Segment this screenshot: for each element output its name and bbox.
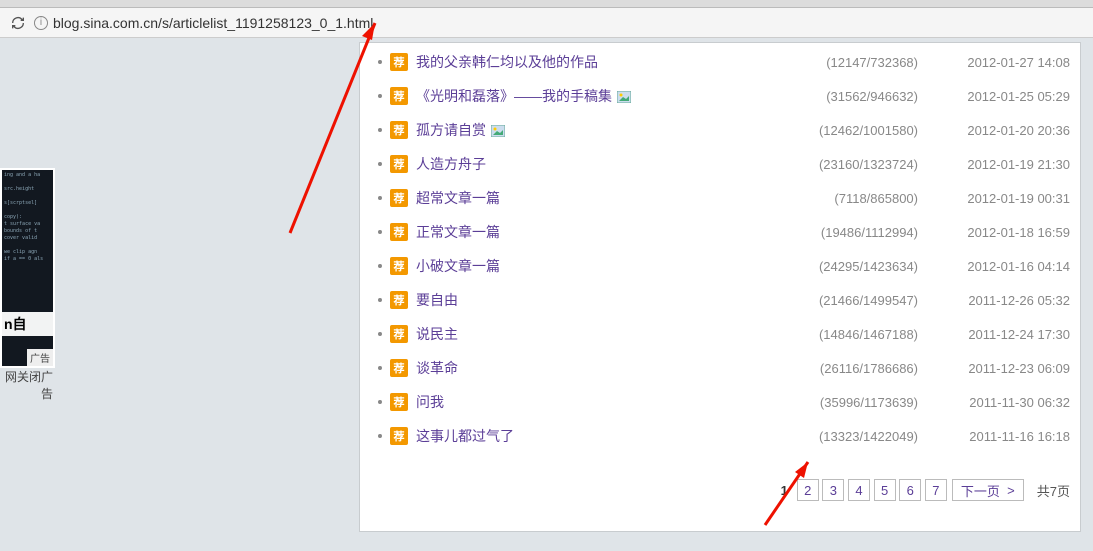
article-stats: (19486/1112994) xyxy=(821,225,918,240)
page-link-7[interactable]: 7 xyxy=(925,479,947,501)
article-title-link[interactable]: 小破文章一篇 xyxy=(416,256,500,276)
bullet-icon xyxy=(378,434,382,438)
bullet-icon xyxy=(378,264,382,268)
article-title-link[interactable]: 谈革命 xyxy=(416,358,458,378)
recommend-badge: 荐 xyxy=(390,393,408,411)
address-bar: i blog.sina.com.cn/s/articlelist_1191258… xyxy=(0,8,1093,38)
page-link-3[interactable]: 3 xyxy=(822,479,844,501)
ad-label: n自 xyxy=(2,312,53,336)
article-row: 荐正常文章一篇 (19486/1112994) 2012-01-18 16:59 xyxy=(370,215,1070,249)
page-current: 1 xyxy=(777,483,792,498)
recommend-badge: 荐 xyxy=(390,121,408,139)
article-date: 2012-01-16 04:14 xyxy=(930,259,1070,274)
article-row: 荐这事儿都过气了 (13323/1422049) 2011-11-16 16:18 xyxy=(370,419,1070,453)
bullet-icon xyxy=(378,162,382,166)
recommend-badge: 荐 xyxy=(390,53,408,71)
article-title-link[interactable]: 超常文章一篇 xyxy=(416,188,500,208)
article-stats: (7118/865800) xyxy=(834,191,918,206)
bullet-icon xyxy=(378,400,382,404)
article-title-link[interactable]: 正常文章一篇 xyxy=(416,222,500,242)
recommend-badge: 荐 xyxy=(390,87,408,105)
page-link-5[interactable]: 5 xyxy=(874,479,896,501)
page-total: 共7页 xyxy=(1037,481,1070,500)
article-title-link[interactable]: 《光明和磊落》——我的手稿集 xyxy=(416,86,612,106)
pagination: 1 2 3 4 5 6 7 下一页 > 共7页 xyxy=(370,479,1070,501)
article-row: 荐孤方请自赏 (12462/1001580) 2012-01-20 20:36 xyxy=(370,113,1070,147)
article-stats: (12147/732368) xyxy=(826,55,918,70)
article-stats: (13323/1422049) xyxy=(819,429,918,444)
article-row: 荐谈革命 (26116/1786686) 2011-12-23 06:09 xyxy=(370,351,1070,385)
recommend-badge: 荐 xyxy=(390,223,408,241)
image-icon xyxy=(491,124,505,136)
article-title-link[interactable]: 这事儿都过气了 xyxy=(416,426,514,446)
sidebar-ad: ing and a hasrc.heights[scrptsel]copy):t… xyxy=(0,168,55,402)
article-date: 2011-12-24 17:30 xyxy=(930,327,1070,342)
article-title-link[interactable]: 问我 xyxy=(416,392,444,412)
article-date: 2012-01-19 21:30 xyxy=(930,157,1070,172)
article-stats: (35996/1173639) xyxy=(820,395,918,410)
article-list-panel: 荐我的父亲韩仁均以及他的作品(12147/732368)2012-01-27 1… xyxy=(359,42,1081,532)
article-date: 2011-12-23 06:09 xyxy=(930,361,1070,376)
article-stats: (24295/1423634) xyxy=(819,259,918,274)
article-title-link[interactable]: 孤方请自赏 xyxy=(416,120,486,140)
recommend-badge: 荐 xyxy=(390,155,408,173)
close-ad-link[interactable]: 网关闭广告 xyxy=(0,368,55,402)
article-stats: (31562/946632) xyxy=(826,89,918,104)
recommend-badge: 荐 xyxy=(390,325,408,343)
article-stats: (12462/1001580) xyxy=(819,123,918,138)
article-date: 2012-01-27 14:08 xyxy=(930,55,1070,70)
article-stats: (23160/1323724) xyxy=(819,157,918,172)
ad-tag: 广告 xyxy=(27,349,53,366)
article-date: 2011-12-26 05:32 xyxy=(930,293,1070,308)
article-title-link[interactable]: 人造方舟子 xyxy=(416,154,486,174)
bullet-icon xyxy=(378,230,382,234)
article-stats: (26116/1786686) xyxy=(820,361,918,376)
site-info-icon[interactable]: i xyxy=(34,16,48,30)
bullet-icon xyxy=(378,128,382,132)
bullet-icon xyxy=(378,60,382,64)
page-link-6[interactable]: 6 xyxy=(899,479,921,501)
page-link-2[interactable]: 2 xyxy=(797,479,819,501)
ad-thumbnail[interactable]: ing and a hasrc.heights[scrptsel]copy):t… xyxy=(0,168,55,368)
article-row: 荐超常文章一篇 (7118/865800) 2012-01-19 00:31 xyxy=(370,181,1070,215)
bullet-icon xyxy=(378,366,382,370)
article-title-link[interactable]: 我的父亲韩仁均以及他的作品 xyxy=(416,52,598,72)
url-field[interactable]: i blog.sina.com.cn/s/articlelist_1191258… xyxy=(34,15,1083,31)
bullet-icon xyxy=(378,298,382,302)
page-link-4[interactable]: 4 xyxy=(848,479,870,501)
image-icon xyxy=(617,90,631,102)
bullet-icon xyxy=(378,332,382,336)
bullet-icon xyxy=(378,94,382,98)
recommend-badge: 荐 xyxy=(390,291,408,309)
article-date: 2011-11-30 06:32 xyxy=(930,395,1070,410)
article-date: 2011-11-16 16:18 xyxy=(930,429,1070,444)
article-title-link[interactable]: 说民主 xyxy=(416,324,458,344)
article-date: 2012-01-18 16:59 xyxy=(930,225,1070,240)
next-page-button[interactable]: 下一页 > xyxy=(952,479,1024,501)
article-row: 荐小破文章一篇 (24295/1423634) 2012-01-16 04:14 xyxy=(370,249,1070,283)
article-row: 荐我的父亲韩仁均以及他的作品 (12147/732368) 2012-01-27 1… xyxy=(370,45,1070,79)
article-row: 荐问我 (35996/1173639) 2011-11-30 06:32 xyxy=(370,385,1070,419)
article-date: 2012-01-20 20:36 xyxy=(930,123,1070,138)
recommend-badge: 荐 xyxy=(390,427,408,445)
article-title-link[interactable]: 要自由 xyxy=(416,290,458,310)
article-stats: (14846/1467188) xyxy=(819,327,918,342)
recommend-badge: 荐 xyxy=(390,189,408,207)
article-row: 荐人造方舟子 (23160/1323724) 2012-01-19 21:30 xyxy=(370,147,1070,181)
reload-icon[interactable] xyxy=(10,15,26,31)
article-row: 荐《光明和磊落》——我的手稿集 (31562/946632) 2012-01-25 … xyxy=(370,79,1070,113)
article-date: 2012-01-25 05:29 xyxy=(930,89,1070,104)
url-text: blog.sina.com.cn/s/articlelist_119125812… xyxy=(53,15,373,31)
recommend-badge: 荐 xyxy=(390,257,408,275)
article-row: 荐说民主 (14846/1467188) 2011-12-24 17:30 xyxy=(370,317,1070,351)
article-row: 荐要自由 (21466/1499547) 2011-12-26 05:32 xyxy=(370,283,1070,317)
article-date: 2012-01-19 00:31 xyxy=(930,191,1070,206)
article-stats: (21466/1499547) xyxy=(819,293,918,308)
browser-tabs[interactable] xyxy=(0,0,1093,8)
bullet-icon xyxy=(378,196,382,200)
recommend-badge: 荐 xyxy=(390,359,408,377)
